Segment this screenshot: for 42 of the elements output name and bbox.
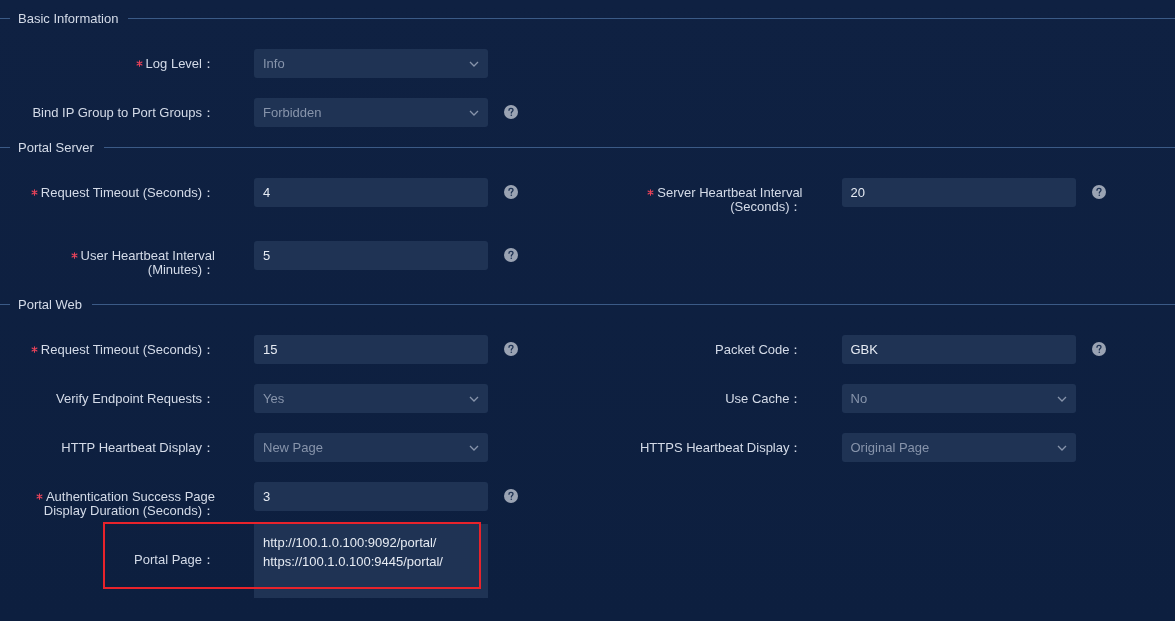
help-icon[interactable] — [504, 185, 518, 199]
field-label: User Heartbeat Interval (Minutes)： — [80, 248, 215, 277]
field-label: Request Timeout (Seconds)： — [40, 185, 215, 200]
field-label: Request Timeout (Seconds)： — [40, 342, 215, 357]
input-field[interactable]: 3 — [254, 482, 488, 511]
input-field[interactable]: GBK — [841, 335, 1076, 364]
input-field[interactable]: 15 — [254, 335, 488, 364]
field-label: Bind IP Group to Port Groups： — [32, 105, 215, 120]
field-label: Authentication Success Page Display Duration (Seconds)： — [43, 489, 215, 518]
input-field[interactable]: 5 — [254, 241, 488, 270]
field-label: Server Heartbeat Interval (Seconds)： — [657, 185, 803, 214]
help-icon[interactable] — [504, 489, 518, 503]
help-icon[interactable] — [504, 248, 518, 262]
dropdown-select[interactable]: Original Page — [841, 433, 1076, 462]
chevron-down-icon — [1056, 444, 1067, 451]
help-icon[interactable] — [504, 105, 518, 119]
dropdown-select[interactable]: Forbidden — [254, 98, 488, 127]
section-title: Basic Information — [18, 10, 119, 26]
text-area-field[interactable]: http://100.1.0.100:9092/portal/ https://100.1.0.100:9445/portal/ — [254, 524, 488, 598]
section-title: Portal Server — [18, 139, 94, 155]
field-label: Log Level： — [145, 56, 215, 71]
field-label: HTTPS Heartbeat Display： — [639, 440, 803, 455]
input-field[interactable]: 4 — [254, 178, 488, 207]
dropdown-select[interactable]: Yes — [254, 384, 488, 413]
field-label: Use Cache： — [725, 391, 803, 406]
chevron-down-icon — [469, 60, 479, 67]
dropdown-select[interactable]: New Page — [254, 433, 488, 462]
help-icon[interactable] — [504, 342, 518, 356]
chevron-down-icon — [1056, 395, 1067, 402]
help-icon[interactable] — [1091, 342, 1106, 356]
field-label: Verify Endpoint Requests： — [56, 391, 215, 406]
help-icon[interactable] — [1091, 185, 1106, 199]
chevron-down-icon — [469, 109, 479, 116]
dropdown-select[interactable]: Info — [254, 49, 488, 78]
field-label: Portal Page： — [134, 552, 215, 567]
field-label: HTTP Heartbeat Display： — [61, 440, 215, 455]
input-field[interactable]: 20 — [841, 178, 1076, 207]
chevron-down-icon — [469, 444, 479, 451]
field-label: Packet Code： — [715, 342, 803, 357]
section-title: Portal Web — [18, 296, 83, 312]
chevron-down-icon — [469, 395, 479, 402]
dropdown-select[interactable]: No — [841, 384, 1076, 413]
